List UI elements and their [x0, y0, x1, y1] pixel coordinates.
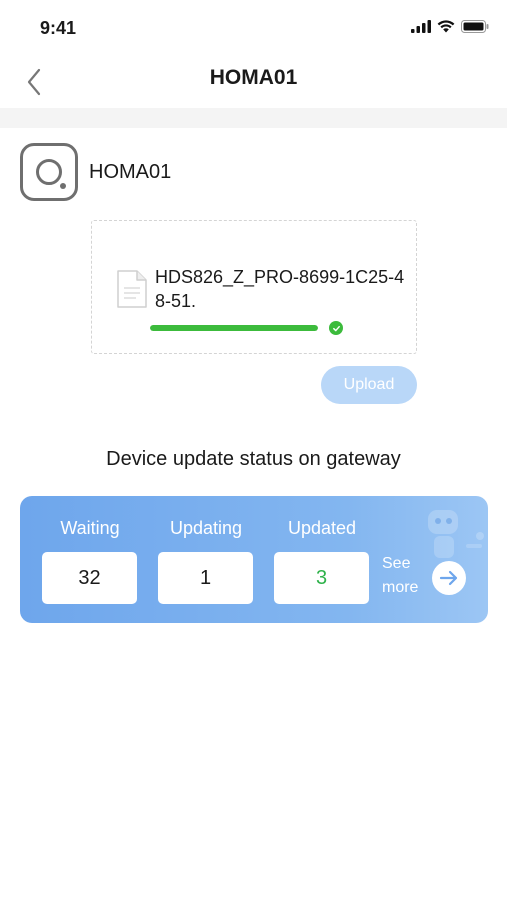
upload-progress-bar: [150, 325, 318, 331]
arrow-right-circle-icon[interactable]: [432, 561, 466, 595]
upload-progress-fill: [150, 325, 318, 331]
updated-count[interactable]: 3: [274, 552, 369, 604]
waiting-label: Waiting: [60, 518, 120, 538]
cellular-signal-icon: [411, 20, 431, 33]
page-title: HOMA01: [209, 66, 298, 89]
updated-label: Updated: [287, 518, 357, 538]
status-bar: 9:41: [0, 0, 507, 56]
updating-count[interactable]: 1: [158, 552, 253, 604]
device-sensor-icon: [20, 143, 78, 201]
wifi-icon: [437, 20, 455, 33]
document-icon: [117, 270, 147, 308]
update-status-card: Waiting 32 Updating 1 Updated 3 See more: [20, 496, 488, 623]
file-drop-area[interactable]: HDS826_Z_PRO-8699-1C25-48-51.: [91, 220, 417, 354]
file-name: HDS826_Z_PRO-8699-1C25-48-51.: [155, 267, 405, 311]
upload-button[interactable]: Upload: [321, 366, 417, 404]
device-name: HOMA01: [89, 160, 172, 183]
update-status-title: Device update status on gateway: [106, 448, 401, 470]
check-circle-icon: [329, 321, 343, 335]
waiting-count[interactable]: 32: [42, 552, 137, 604]
status-time: 9:41: [40, 18, 77, 38]
status-icons: [411, 20, 489, 33]
nav-bar: HOMA01: [0, 56, 507, 108]
device-row: HOMA01: [20, 143, 171, 201]
battery-icon: [461, 20, 489, 33]
see-more-link[interactable]: See more: [382, 552, 426, 600]
section-divider: [0, 108, 507, 128]
updating-label: Updating: [169, 518, 243, 538]
